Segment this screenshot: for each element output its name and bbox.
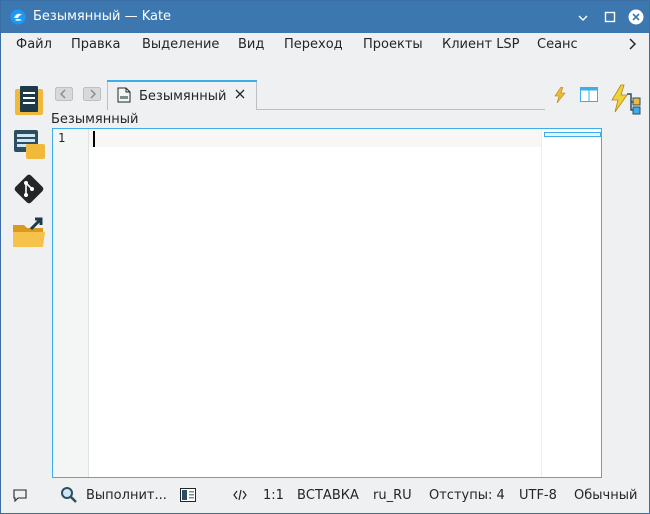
search-action-button[interactable]: Выполнит...	[86, 488, 167, 503]
window-title: Безымянный — Kate	[33, 9, 172, 24]
text-caret	[93, 131, 95, 147]
menu-projects[interactable]: Проекты	[363, 37, 423, 52]
title-bar[interactable]: Безымянный — Kate	[1, 1, 649, 33]
maximize-icon[interactable]	[602, 9, 618, 25]
diagnostics-panel-icon[interactable]	[180, 488, 196, 502]
status-bar: Выполнит... 1:1 ВСТАВКА ru_RU Отступы: 4…	[1, 481, 649, 511]
next-tab-icon[interactable]	[83, 87, 101, 101]
tab-label: Безымянный	[139, 89, 227, 104]
close-tab-icon[interactable]	[234, 88, 246, 100]
syntax-mode-selector[interactable]: Обычный	[574, 488, 637, 503]
left-sidebar	[7, 83, 51, 263]
editor-area[interactable]: 1	[52, 128, 602, 478]
menu-view[interactable]: Вид	[238, 37, 264, 52]
previous-tab-icon[interactable]	[55, 87, 73, 101]
active-tab-indicator	[107, 80, 257, 82]
current-line-highlight	[89, 130, 541, 147]
minimap-viewport[interactable]	[544, 132, 601, 137]
menu-lsp-client[interactable]: Клиент LSP	[442, 37, 520, 52]
input-mode[interactable]: ВСТАВКА	[297, 488, 359, 503]
line-number: 1	[58, 131, 66, 145]
text-file-icon	[117, 87, 131, 103]
filesystem-browser-icon[interactable]	[11, 215, 47, 251]
code-icon[interactable]	[233, 488, 247, 502]
minimize-icon[interactable]	[575, 9, 591, 25]
dictionary-selector[interactable]: ru_RU	[373, 488, 412, 503]
kate-app-icon[interactable]	[10, 9, 26, 25]
minimap-scrollbar[interactable]	[541, 129, 601, 477]
indentation-settings[interactable]: Отступы: 4	[429, 488, 505, 503]
git-icon[interactable]	[11, 171, 47, 207]
search-icon[interactable]	[60, 486, 78, 504]
projects-icon[interactable]	[11, 127, 47, 163]
document-name-label: Безымянный	[51, 112, 139, 127]
messages-icon[interactable]	[13, 489, 27, 502]
quick-open-icon[interactable]	[553, 87, 567, 103]
close-window-icon[interactable]	[628, 9, 644, 25]
cursor-position[interactable]: 1:1	[263, 488, 284, 503]
documents-icon[interactable]	[11, 83, 47, 119]
line-number-gutter: 1	[53, 129, 89, 477]
menu-bar: Файл Правка Выделение Вид Переход Проект…	[1, 33, 649, 57]
tab-untitled[interactable]: Безымянный	[107, 80, 257, 110]
tabbar-divider	[257, 109, 545, 110]
menu-session[interactable]: Сеанс	[537, 37, 578, 52]
kate-window: Безымянный — Kate Файл Правка Выделение …	[0, 0, 650, 514]
chevron-right-icon[interactable]	[625, 34, 641, 54]
split-view-icon[interactable]	[580, 87, 598, 102]
menu-edit[interactable]: Правка	[71, 37, 120, 52]
menu-go[interactable]: Переход	[284, 37, 343, 52]
menu-selection[interactable]: Выделение	[142, 37, 219, 52]
menu-file[interactable]: Файл	[16, 37, 52, 52]
encoding-selector[interactable]: UTF-8	[519, 488, 557, 503]
symbol-outline-icon[interactable]	[609, 84, 641, 118]
